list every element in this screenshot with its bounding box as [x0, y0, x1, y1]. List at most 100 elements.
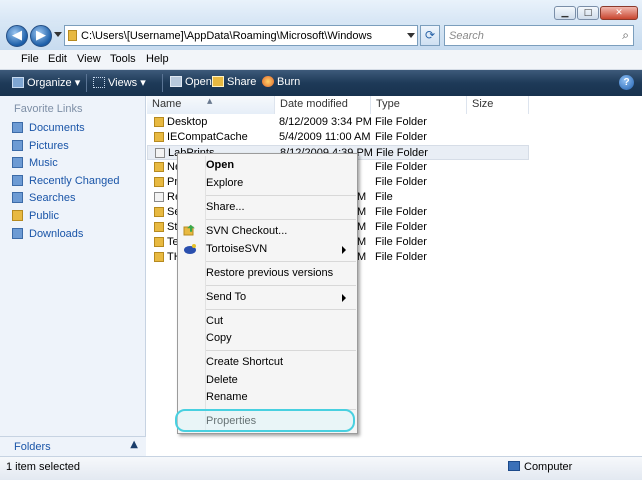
- search-placeholder: Search: [449, 30, 484, 42]
- menu-item-explore[interactable]: Explore: [206, 177, 243, 193]
- maximize-button[interactable]: □: [577, 6, 599, 20]
- back-button[interactable]: ◀: [6, 25, 28, 47]
- table-row[interactable]: IECompatCache 5/4/2009 11:00 AM File Fol…: [147, 130, 529, 145]
- submenu-arrow-icon: [342, 246, 346, 254]
- burn-label: Burn: [277, 76, 301, 88]
- sidebar-item-label: Public: [29, 210, 59, 222]
- column-header-type[interactable]: Type: [371, 96, 467, 114]
- organize-button[interactable]: Organize ▾: [12, 76, 80, 89]
- sidebar-item-label: Recently Changed: [29, 175, 120, 187]
- menu-item-share[interactable]: Share...: [206, 201, 245, 217]
- menu-item-cut[interactable]: Cut: [206, 315, 223, 331]
- folder-icon: [154, 177, 164, 187]
- burn-button[interactable]: Burn: [262, 76, 300, 88]
- column-date-label: Date modified: [280, 98, 348, 110]
- column-header-date[interactable]: Date modified: [275, 96, 371, 114]
- menu-edit[interactable]: Edit: [48, 53, 67, 65]
- context-menu: Open Explore Share... SVN Checkout... To…: [177, 153, 358, 434]
- menu-item-tortoisesvn[interactable]: TortoiseSVN: [206, 243, 267, 259]
- menu-help[interactable]: Help: [146, 53, 169, 65]
- folder-icon: [154, 162, 164, 172]
- folder-icon: [154, 117, 164, 127]
- menu-tools[interactable]: Tools: [110, 53, 136, 65]
- pictures-icon: [12, 140, 23, 151]
- searches-icon: [12, 192, 23, 203]
- file-date: M: [357, 191, 367, 203]
- close-button[interactable]: ✕: [600, 6, 638, 20]
- tortoise-svn-icon: [183, 242, 197, 255]
- navigation-pane: Favorite Links Documents Pictures Music …: [0, 96, 146, 456]
- views-label: Views: [108, 77, 138, 89]
- folders-label: Folders: [14, 441, 51, 453]
- organize-label: Organize: [27, 77, 72, 89]
- share-button[interactable]: Share: [212, 76, 256, 88]
- folders-toggle[interactable]: Folders ▲: [0, 436, 146, 456]
- selection-status: 1 item selected: [6, 461, 80, 473]
- menu-item-create-shortcut[interactable]: Create Shortcut: [206, 356, 283, 372]
- menu-item-restore-previous-versions[interactable]: Restore previous versions: [206, 267, 333, 283]
- table-row[interactable]: Desktop 8/12/2009 3:34 PM File Folder: [147, 115, 529, 130]
- music-icon: [12, 157, 23, 168]
- views-icon: [93, 77, 105, 88]
- open-icon: [170, 76, 182, 87]
- file-date: 8/12/2009 3:34 PM: [279, 116, 372, 128]
- sidebar-item-searches[interactable]: Searches: [12, 192, 75, 208]
- minimize-button[interactable]: ▁: [554, 6, 576, 20]
- sidebar-item-pictures[interactable]: Pictures: [12, 140, 69, 156]
- menu-item-copy[interactable]: Copy: [206, 332, 232, 348]
- address-row: ◀ ▶ C:\Users\[Username]\AppData\Roaming\…: [0, 22, 642, 50]
- folder-icon: [154, 222, 164, 232]
- address-bar[interactable]: C:\Users\[Username]\AppData\Roaming\Micr…: [64, 25, 418, 46]
- address-dropdown-icon[interactable]: [407, 33, 415, 38]
- zone-label: Computer: [524, 461, 573, 473]
- menu-item-open[interactable]: Open: [206, 159, 234, 175]
- file-date: 5/4/2009 11:00 AM: [279, 131, 371, 143]
- column-header-name[interactable]: ▲ Name: [147, 96, 275, 114]
- file-type: File: [375, 191, 393, 203]
- menu-item-svn-checkout[interactable]: SVN Checkout...: [206, 225, 287, 241]
- burn-disc-icon: [262, 76, 274, 87]
- sidebar-item-documents[interactable]: Documents: [12, 122, 85, 138]
- menu-item-send-to[interactable]: Send To: [206, 291, 246, 307]
- address-path[interactable]: C:\Users\[Username]\AppData\Roaming\Micr…: [81, 30, 372, 42]
- column-name-label: Name: [152, 98, 182, 110]
- views-button[interactable]: Views ▾: [93, 76, 146, 89]
- sidebar-item-recently-changed[interactable]: Recently Changed: [12, 175, 120, 191]
- menu-view[interactable]: View: [77, 53, 101, 65]
- command-bar: Organize ▾ Views ▾ Open Share Burn ?: [0, 70, 642, 96]
- menu-bar: File Edit View Tools Help: [0, 50, 642, 70]
- folder-icon: [154, 207, 164, 217]
- chevron-up-icon[interactable]: ▲: [130, 439, 138, 450]
- search-input[interactable]: Search ⌕: [444, 25, 634, 46]
- sort-ascending-icon: ▲: [207, 97, 213, 105]
- documents-icon: [12, 122, 23, 133]
- refresh-button[interactable]: ⟳: [420, 25, 440, 46]
- public-folder-icon: [12, 210, 23, 221]
- column-header-size[interactable]: Size: [467, 96, 529, 114]
- sidebar-item-label: Downloads: [29, 228, 84, 240]
- organize-icon: [12, 77, 24, 88]
- menu-item-delete[interactable]: Delete: [206, 374, 238, 390]
- downloads-icon: [12, 228, 23, 239]
- title-bar: ▁ □ ✕: [0, 0, 642, 22]
- sidebar-item-music[interactable]: Music: [12, 157, 58, 173]
- sidebar-item-downloads[interactable]: Downloads: [12, 228, 83, 244]
- svn-checkout-icon: [183, 224, 197, 237]
- help-icon[interactable]: ?: [619, 75, 634, 90]
- sidebar-item-public[interactable]: Public: [12, 210, 59, 226]
- zone-status: Computer: [508, 461, 572, 473]
- file-type: File Folder: [375, 131, 427, 143]
- column-size-label: Size: [472, 98, 494, 110]
- menu-item-rename[interactable]: Rename: [206, 391, 248, 407]
- folder-icon: [154, 237, 164, 247]
- open-button[interactable]: Open: [170, 76, 212, 88]
- sidebar-item-label: Pictures: [29, 140, 69, 152]
- forward-button[interactable]: ▶: [30, 25, 52, 47]
- file-type: File Folder: [376, 147, 428, 159]
- menu-file[interactable]: File: [21, 53, 39, 65]
- recently-changed-icon: [12, 175, 23, 186]
- recent-pages-chevron-icon[interactable]: [54, 32, 62, 37]
- file-type: File Folder: [375, 251, 427, 263]
- search-icon[interactable]: ⌕: [622, 28, 629, 43]
- file-type: File Folder: [375, 206, 427, 218]
